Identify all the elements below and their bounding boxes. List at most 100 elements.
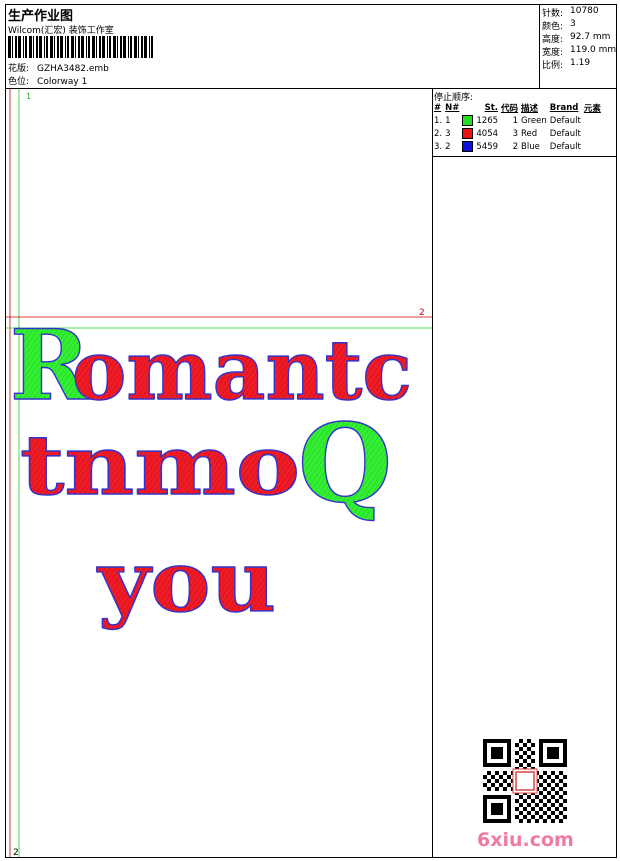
barcode-bar	[138, 36, 139, 58]
qr-cell	[551, 811, 555, 815]
qr-cell	[563, 783, 567, 787]
stat-value: 10780	[570, 6, 599, 16]
qr-cell	[559, 771, 563, 775]
barcode-bar	[71, 36, 74, 58]
stat-value: 92.7 mm	[570, 32, 611, 42]
qr-cell	[495, 779, 499, 783]
qr-cell	[559, 787, 563, 791]
barcode-bar	[12, 36, 13, 58]
barcode	[8, 36, 153, 58]
qr-cell	[515, 759, 519, 763]
qr-cell	[539, 799, 543, 803]
color-swatch-cell	[462, 140, 476, 153]
qr-cell	[543, 779, 547, 783]
qr-cell	[491, 783, 495, 787]
qr-cell	[547, 775, 551, 779]
barcode-bar	[117, 36, 118, 58]
qr-cell	[563, 815, 567, 819]
stat-width: 宽度: 119.0 mm	[542, 45, 616, 58]
qr-cell	[559, 811, 563, 815]
qr-cell	[563, 775, 567, 779]
qr-cell	[531, 751, 535, 755]
barcode-bar	[60, 36, 63, 58]
column-header	[462, 102, 476, 114]
barcode-bar	[151, 36, 153, 58]
qr-cell	[531, 799, 535, 803]
qr-cell	[559, 795, 563, 799]
row-code: 5459	[476, 141, 499, 152]
barcode-bar	[57, 36, 59, 58]
qr-cell	[551, 803, 555, 807]
qr-cell	[519, 819, 523, 823]
barcode-bar	[78, 36, 80, 58]
row-stop: 2	[512, 141, 519, 152]
color-swatch	[462, 115, 474, 126]
company-name: Wilcom(汇宏) 装饰工作室	[8, 26, 114, 36]
qr-cell	[539, 775, 543, 779]
table-row: 1. 1 1265 1 Green Default	[434, 114, 604, 127]
qr-cell	[519, 739, 523, 743]
stat-label: 针数:	[542, 9, 564, 19]
barcode-bar	[54, 36, 55, 58]
row-brand: Default	[549, 141, 581, 152]
qr-cell	[555, 799, 559, 803]
barcode-bar	[113, 36, 116, 58]
barcode-bar	[15, 36, 17, 58]
qr-cell	[555, 775, 559, 779]
stat-value: 119.0 mm	[570, 45, 617, 55]
qr-cell	[527, 755, 531, 759]
row-brand: Default	[549, 128, 581, 139]
stat-height: 高度: 92.7 mm	[542, 32, 610, 45]
qr-cell	[487, 771, 491, 775]
qr-cell	[527, 811, 531, 815]
qr-cell	[551, 795, 555, 799]
qr-cell	[523, 807, 527, 811]
stats-panel: 针数: 10780 颜色: 3 高度: 92.7 mm 宽度: 119.0 mm 比例:…	[540, 5, 616, 89]
stat-value: 3	[570, 19, 576, 29]
barcode-bar	[141, 36, 143, 58]
color-swatch-cell	[462, 127, 476, 140]
qr-cell	[555, 783, 559, 787]
qr-cell	[523, 815, 527, 819]
qr-cell	[555, 791, 559, 795]
design-line-3: you	[95, 531, 277, 631]
qr-finder	[547, 747, 559, 759]
design-glyph-q: Q	[298, 401, 392, 527]
colorway-label: 色位:	[8, 77, 30, 87]
colorway-line: 色位: Colorway 1	[8, 74, 87, 87]
barcode-bar	[46, 36, 48, 58]
qr-cell	[543, 787, 547, 791]
row-brand: Default	[549, 115, 581, 126]
qr-cell	[519, 763, 523, 767]
qr-cell	[535, 795, 539, 799]
row-code: 1265	[476, 115, 499, 126]
design-preview-canvas: 1 2 2 R omantc tnmo Q you	[6, 89, 432, 858]
qr-cell	[559, 803, 563, 807]
stop-sequence-table: # N# St. 代码 描述 Brand 元素 1. 1 1265 1 Gree…	[434, 102, 604, 153]
qr-cell	[539, 783, 543, 787]
qr-cell	[547, 799, 551, 803]
qr-cell	[527, 747, 531, 751]
stat-value: 1.19	[570, 58, 591, 68]
qr-cell	[499, 775, 503, 779]
header-panel: 生产作业图 Wilcom(汇宏) 装饰工作室 花版: GZHA3482.emb 色…	[6, 5, 540, 89]
barcode-bar	[123, 36, 126, 58]
qr-cell	[563, 799, 567, 803]
barcode-bar	[23, 36, 24, 58]
qr-cell	[543, 819, 547, 823]
qr-cell	[495, 787, 499, 791]
page-title: 生产作业图	[8, 9, 74, 24]
qr-finder	[491, 803, 503, 815]
qr-cell	[563, 791, 567, 795]
barcode-bar	[18, 36, 21, 58]
qr-cell	[523, 743, 527, 747]
stat-scale: 比例: 1.19	[542, 58, 590, 71]
qr-cell	[515, 751, 519, 755]
column-header: St.	[484, 103, 499, 113]
row-stop: 3	[512, 128, 519, 139]
table-row: 3. 2 5459 2 Blue Default	[434, 140, 604, 153]
qr-cell	[527, 803, 531, 807]
barcode-bar	[144, 36, 147, 58]
qr-cell	[519, 795, 523, 799]
barcode-bar	[107, 36, 108, 58]
